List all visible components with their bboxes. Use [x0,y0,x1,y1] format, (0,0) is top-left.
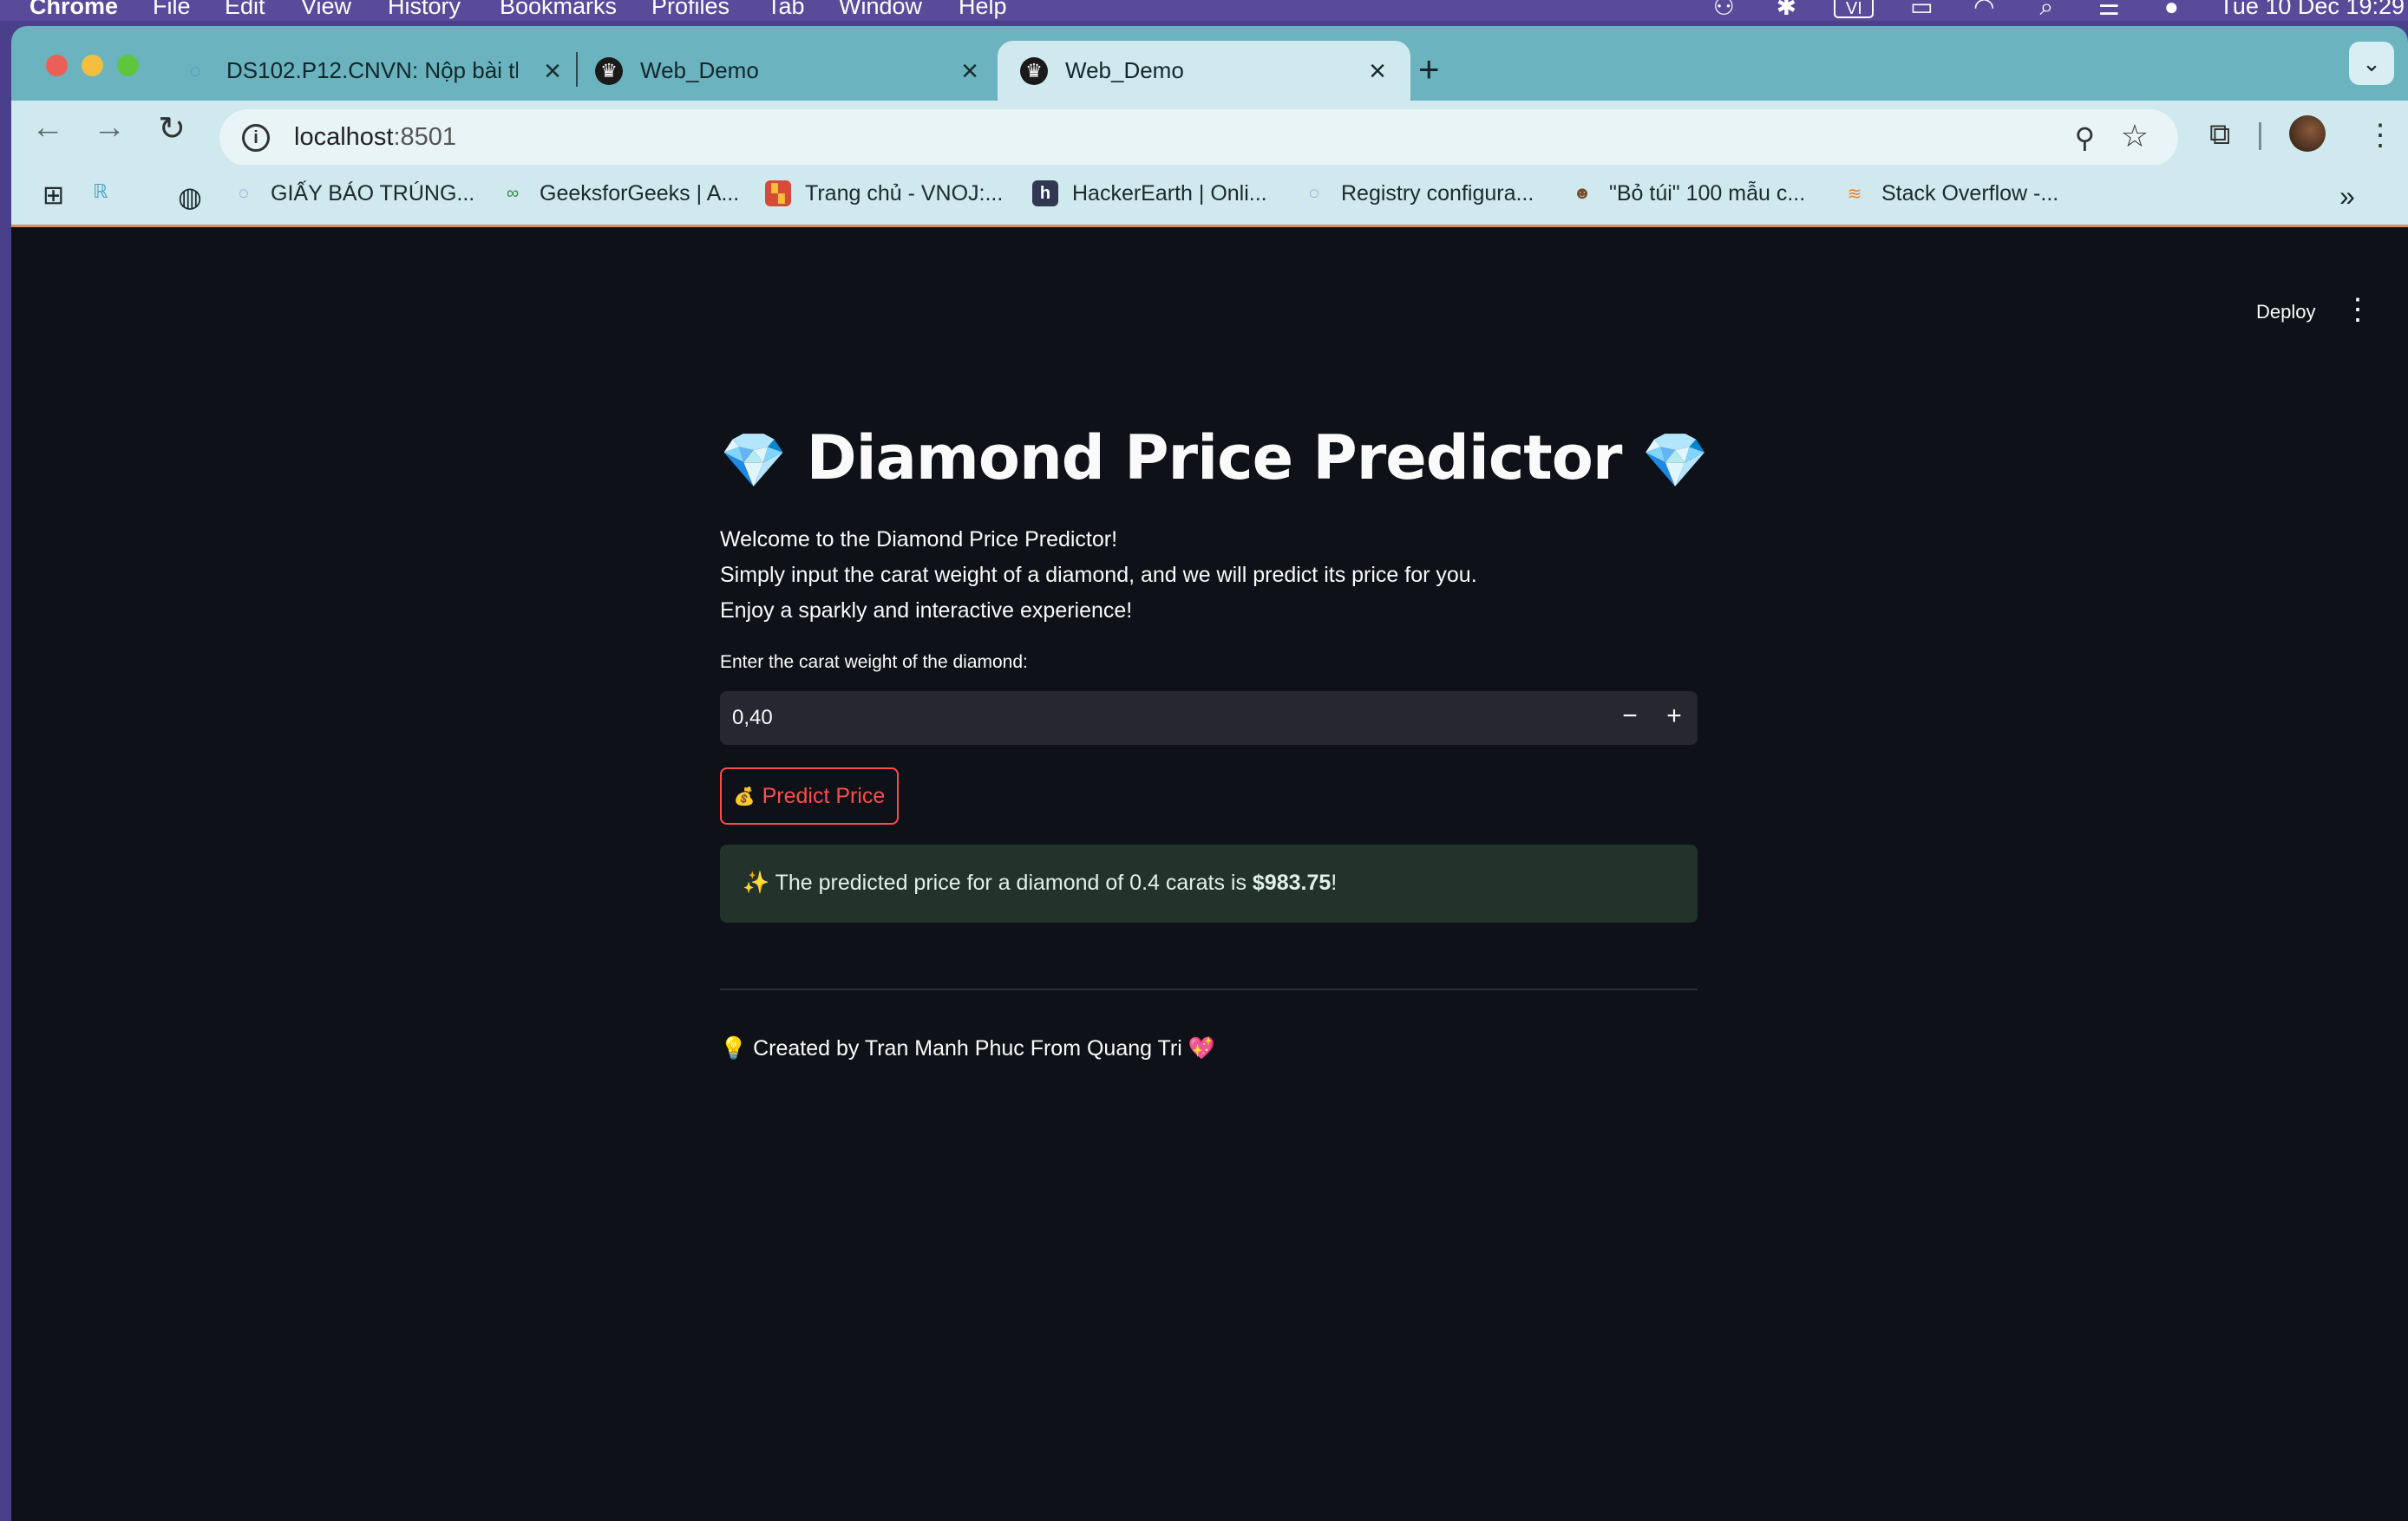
bookmark-registry[interactable]: ◌ Registry configura... [1301,180,1534,206]
app-menu-icon[interactable]: ⋮ [2343,292,2372,327]
ninja-icon: ☻ [1573,183,1592,203]
tab-strip: ◌ DS102.P12.CNVN: Nộp bài th × ♛ Web_Dem… [11,26,2408,101]
minimize-window-button[interactable] [82,55,103,76]
chrome-menu-icon[interactable]: ⋮ [2365,118,2395,153]
tab-title: DS102.P12.CNVN: Nộp bài th [226,57,518,83]
carat-input-value[interactable]: 0,40 [732,706,773,730]
lightbulb-icon: 💡 [720,1036,748,1061]
predict-price-button[interactable]: 💰 Predict Price [720,767,899,825]
globe-icon[interactable]: ◍ [178,180,202,213]
carat-input-label: Enter the carat weight of the diamond: [720,652,1028,672]
address-bar[interactable]: i localhost:8501 ⚲ ☆ [219,109,2178,166]
menu-datetime[interactable]: Tue 10 Dec 19:29 [2219,0,2405,20]
bookmark-stack-overflow[interactable]: ≋ Stack Overflow -... [1842,180,2059,206]
moodle-icon: ◌ [189,59,201,82]
close-tab-icon[interactable]: × [954,55,985,88]
bookmark-vnoj[interactable]: ▚ Trang chủ - VNOJ:... [765,180,1003,206]
siri-icon[interactable]: ● [2156,0,2186,18]
menu-file[interactable]: File [153,0,191,20]
carat-number-input[interactable]: 0,40 − + [720,691,1698,745]
deploy-button[interactable]: Deploy [2256,301,2315,323]
result-text: ✨ The predicted price for a diamond of 0… [743,871,1253,895]
close-tab-icon[interactable]: × [1362,55,1393,88]
menu-tab[interactable]: Tab [767,0,805,20]
page-title-text: Diamond Price Predictor [806,422,1623,493]
tab-separator [576,52,578,87]
hackerearth-icon: h [1032,180,1058,206]
footer-text: Created by Tran Manh Phuc From Quang Tri [747,1036,1188,1061]
vnoj-icon: ▚ [765,180,791,206]
increment-button[interactable]: + [1659,702,1690,731]
footer-credit: 💡 Created by Tran Manh Phuc From Quang T… [720,1036,1215,1061]
pro-icon[interactable]: ℝ [93,180,108,203]
bookmark-geeksforgeeks[interactable]: ∞ GeeksforGeeks | A... [500,180,739,206]
tab-web-demo-active[interactable]: ♛ Web_Demo × [998,41,1410,101]
stack-overflow-icon: ≋ [1847,184,1862,204]
url-text[interactable]: localhost:8501 [294,123,456,152]
gfg-icon: ∞ [506,183,520,203]
bluetooth-icon[interactable]: ✱ [1771,0,1801,18]
control-center-icon[interactable]: ☰ [2094,0,2123,18]
bookmark-star-icon[interactable]: ☆ [2121,118,2149,154]
page-title: 💎 Diamond Price Predictor 💎 [720,422,1709,493]
gem-icon: 💎 [720,428,787,492]
heart-icon: 💖 [1188,1036,1215,1061]
streamlit-icon: ♛ [1020,56,1048,85]
menu-app-name[interactable]: Chrome [29,0,118,20]
gem-icon: 💎 [1641,428,1709,492]
divider [720,989,1698,990]
menu-view[interactable]: View [301,0,351,20]
search-icon[interactable]: ⌕ [2032,0,2061,18]
extensions-icon[interactable]: ⧉ [2209,118,2230,152]
more-bookmarks-icon[interactable]: » [2339,180,2355,212]
predict-price-label: Predict Price [762,783,886,808]
apps-grid-icon[interactable]: ⊞ [43,180,64,211]
tab-search-icon[interactable]: ⌄ [2349,42,2394,85]
battery-icon[interactable]: ▭ [1907,0,1936,18]
close-window-button[interactable] [46,55,68,76]
browser-window: ◌ DS102.P12.CNVN: Nộp bài th × ♛ Web_Dem… [11,26,2408,1521]
control-icon[interactable]: ⚇ [1709,0,1738,18]
site-info-icon[interactable]: i [242,124,270,152]
wifi-icon[interactable]: ◠ [1969,0,1999,18]
tab-title: Web_Demo [640,57,759,83]
menu-help[interactable]: Help [959,0,1007,20]
menu-profiles[interactable]: Profiles [651,0,730,20]
bookmark-bo-tui[interactable]: ☻ "Bỏ túi" 100 mẫu c... [1569,180,1805,206]
menu-edit[interactable]: Edit [225,0,265,20]
money-bag-icon: 💰 [733,787,756,806]
macos-menu-bar: Chrome File Edit View History Bookmarks … [0,0,2408,21]
tab-ds102[interactable]: ◌ DS102.P12.CNVN: Nộp bài th × [181,41,586,101]
intro-line-1: Welcome to the Diamond Price Predictor! [720,527,1118,552]
bookmark-giay-bao[interactable]: ◌ GIẤY BÁO TRÚNG... [231,180,474,206]
bookmark-hackerearth[interactable]: h HackerEarth | Onli... [1032,180,1267,206]
menu-history[interactable]: History [388,0,461,20]
new-tab-button[interactable]: + [1418,49,1440,90]
toolbar-divider: | [2256,118,2264,151]
tab-title: Web_Demo [1065,57,1184,83]
intro-line-3: Enjoy a sparkly and interactive experien… [720,598,1133,623]
result-price: $983.75 [1252,871,1332,895]
prediction-result: ✨ The predicted price for a diamond of 0… [720,845,1698,923]
menu-bookmarks[interactable]: Bookmarks [500,0,617,20]
input-source-icon[interactable]: VI [1834,0,1875,18]
moodle-icon: ◌ [1309,183,1319,203]
bookmarks-bar: ⊞ ℝ ◍ ◌ GIẤY BÁO TRÚNG... ∞ GeeksforGeeks … [11,165,2408,227]
browser-toolbar: ← → ↻ i localhost:8501 ⚲ ☆ ⧉ | ⋮ [11,101,2408,166]
forward-icon[interactable]: → [88,109,131,147]
moodle-icon: ◌ [239,183,249,203]
zoom-window-button[interactable] [117,55,139,76]
intro-line-2: Simply input the carat weight of a diamo… [720,563,1477,587]
zoom-icon[interactable]: ⚲ [2075,121,2095,154]
tab-web-demo-1[interactable]: ♛ Web_Demo × [595,41,1003,101]
decrement-button[interactable]: − [1614,702,1646,731]
streamlit-icon: ♛ [595,56,623,85]
app-content: Deploy ⋮ 💎 Diamond Price Predictor 💎 Wel… [11,230,2408,1521]
reload-icon[interactable]: ↻ [150,109,193,148]
back-icon[interactable]: ← [26,109,69,147]
profile-avatar[interactable] [2289,115,2326,152]
close-tab-icon[interactable]: × [537,55,568,88]
menu-window[interactable]: Window [839,0,922,20]
result-suffix: ! [1331,871,1338,895]
